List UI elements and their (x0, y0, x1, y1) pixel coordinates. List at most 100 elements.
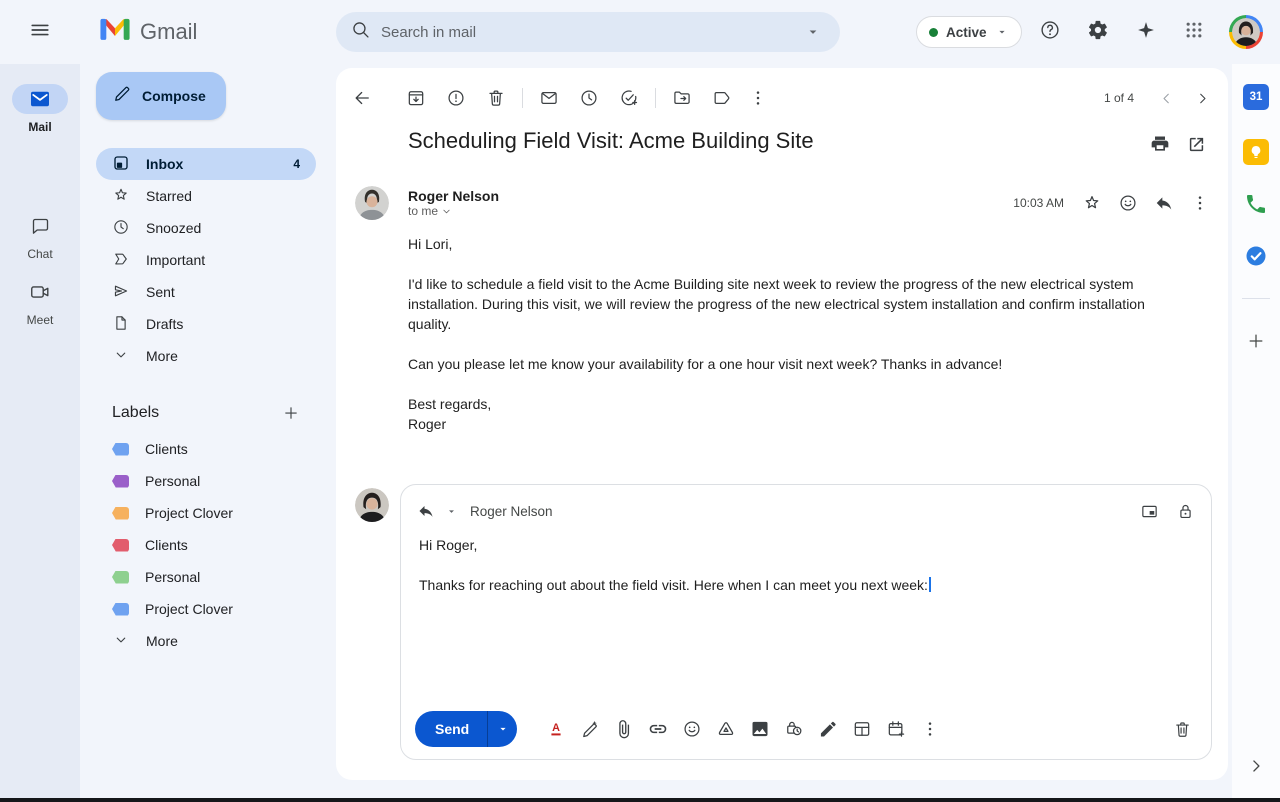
label-item[interactable]: Clients (96, 529, 316, 561)
search-bar[interactable] (336, 12, 840, 52)
help-button[interactable] (1032, 14, 1068, 50)
chevron-down-icon (112, 631, 130, 652)
chevron-down-icon[interactable] (445, 505, 458, 518)
draft-file-icon (112, 314, 130, 335)
insert-from-drive-button[interactable] (709, 712, 743, 746)
compose-more-button[interactable] (913, 712, 947, 746)
search-options-button[interactable] (798, 17, 828, 47)
rail-item-chat[interactable]: Chat (0, 211, 80, 261)
body-paragraph: Hi Lori, (408, 236, 453, 252)
message-more-button[interactable] (1182, 185, 1218, 221)
gmail-logo[interactable]: Gmail (98, 15, 197, 48)
attach-file-button[interactable] (607, 712, 641, 746)
insert-photo-button[interactable] (743, 712, 777, 746)
mark-unread-button[interactable] (531, 80, 567, 116)
sidebar-item-label: Snoozed (146, 220, 202, 236)
help-me-write-button[interactable] (573, 712, 607, 746)
star-button[interactable] (1074, 185, 1110, 221)
sidebar-item-starred[interactable]: Starred (96, 180, 316, 212)
inbox-unread-count: 4 (293, 157, 300, 171)
recipient-toggle[interactable]: to me (408, 204, 499, 218)
task-add-icon (621, 90, 638, 106)
rail-item-meet[interactable]: Meet (0, 277, 80, 327)
important-marker-icon (112, 250, 130, 271)
account-avatar[interactable] (1229, 15, 1263, 49)
send-button[interactable]: Send (415, 711, 487, 747)
propose-meeting-time-button[interactable] (879, 712, 913, 746)
settings-button[interactable] (1080, 14, 1116, 50)
confidential-mode-button[interactable] (777, 712, 811, 746)
google-apps-button[interactable] (1176, 14, 1212, 50)
gemini-button[interactable] (1128, 14, 1164, 50)
snooze-button[interactable] (571, 80, 607, 116)
sender-avatar[interactable] (355, 186, 389, 220)
top-bar: Gmail Active (0, 0, 1280, 64)
discard-draft-button[interactable] (1165, 712, 1199, 746)
reply-draft-text[interactable]: Hi Roger, Thanks for reaching out about … (419, 535, 1189, 615)
insert-emoji-button[interactable] (675, 712, 709, 746)
thread-pagination: 1 of 4 (1103, 91, 1134, 105)
search-input[interactable] (381, 23, 798, 41)
send-options-button[interactable] (487, 711, 517, 747)
reply-type-button[interactable] (411, 496, 441, 526)
label-item[interactable]: Clients (96, 433, 316, 465)
layouts-button[interactable] (845, 712, 879, 746)
sidebar-item-snoozed[interactable]: Snoozed (96, 212, 316, 244)
open-in-new-button[interactable] (1178, 126, 1214, 162)
insert-link-button[interactable] (641, 712, 675, 746)
envelope-icon (541, 91, 557, 105)
insert-signature-button[interactable] (811, 712, 845, 746)
move-to-button[interactable] (664, 80, 700, 116)
apps-grid-icon (1184, 20, 1204, 45)
label-item[interactable]: Project Clover (96, 593, 316, 625)
label-tag-icon (112, 538, 129, 552)
tasks-panel-button[interactable] (1239, 241, 1273, 275)
create-label-button[interactable] (276, 398, 306, 428)
encryption-button[interactable] (1167, 493, 1203, 529)
sidebar-item-sent[interactable]: Sent (96, 276, 316, 308)
lock-clock-icon (787, 721, 802, 736)
keep-panel-button[interactable] (1239, 135, 1273, 169)
pencil-icon (112, 84, 132, 109)
reply-recipient[interactable]: Roger Nelson (470, 504, 553, 519)
sidebar-item-more[interactable]: More (96, 340, 316, 372)
more-options-button[interactable] (740, 80, 776, 116)
star-icon (112, 186, 130, 207)
print-button[interactable] (1142, 126, 1178, 162)
add-to-tasks-button[interactable] (611, 80, 647, 116)
sidebar-item-important[interactable]: Important (96, 244, 316, 276)
calendar-panel-button[interactable]: 31 (1239, 80, 1273, 114)
product-rail: Mail Chat Meet (0, 64, 80, 798)
archive-icon (408, 91, 424, 106)
label-item[interactable]: Project Clover (96, 497, 316, 529)
chevron-down-icon (443, 209, 450, 213)
emoji-reaction-button[interactable] (1110, 185, 1146, 221)
formatting-options-button[interactable]: A (539, 712, 573, 746)
newer-button[interactable] (1148, 80, 1184, 116)
message-time: 10:03 AM (1013, 196, 1064, 210)
send-icon (112, 282, 130, 303)
layouts-icon (854, 722, 870, 736)
sidebar-item-drafts[interactable]: Drafts (96, 308, 316, 340)
labels-more[interactable]: More (96, 625, 316, 657)
report-spam-button[interactable] (438, 80, 474, 116)
chat-status-selector[interactable]: Active (916, 16, 1022, 48)
sidebar-item-inbox[interactable]: Inbox 4 (96, 148, 316, 180)
reply-button[interactable] (1146, 185, 1182, 221)
voice-panel-button[interactable] (1239, 189, 1273, 223)
get-addons-button[interactable] (1239, 324, 1273, 358)
folder-nav: Inbox 4 Starred Snoozed Important Sent D… (96, 148, 316, 372)
back-button[interactable] (344, 80, 380, 116)
chevron-down-icon (500, 727, 506, 731)
rail-item-mail[interactable]: Mail (0, 84, 80, 134)
show-side-panel-button[interactable] (1239, 749, 1273, 783)
compose-button[interactable]: Compose (96, 72, 226, 120)
main-menu-button[interactable] (16, 8, 64, 56)
older-button[interactable] (1184, 80, 1220, 116)
archive-button[interactable] (398, 80, 434, 116)
label-item[interactable]: Personal (96, 561, 316, 593)
delete-button[interactable] (478, 80, 514, 116)
label-item[interactable]: Personal (96, 465, 316, 497)
labels-button[interactable] (704, 80, 740, 116)
pop-out-reply-button[interactable] (1131, 493, 1167, 529)
